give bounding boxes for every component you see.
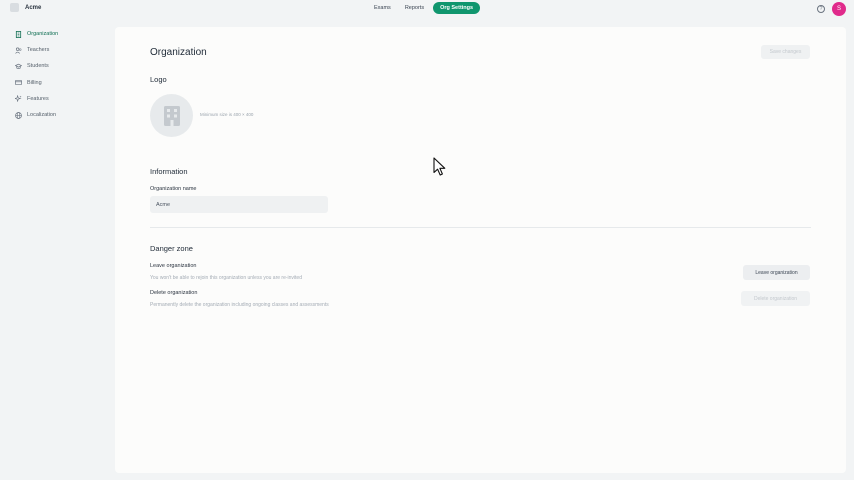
globe-icon <box>15 111 22 119</box>
sidebar-item-localization[interactable]: Localization <box>0 107 114 123</box>
org-name-label: Organization name <box>150 186 197 192</box>
top-nav: Exams Reports Org Settings <box>369 2 481 14</box>
logo-heading: Logo <box>150 75 167 84</box>
credit-card-icon <box>15 80 22 86</box>
tab-reports[interactable]: Reports <box>400 2 429 14</box>
leave-organization-button[interactable]: Leave organization <box>743 265 810 280</box>
org-name-input[interactable] <box>150 196 328 213</box>
leave-org-description: You won't be able to rejoin this organiz… <box>150 275 302 281</box>
settings-panel: Organization Save changes Logo Minimum s… <box>115 27 846 473</box>
sidebar-item-billing[interactable]: Billing <box>0 75 114 91</box>
logo-size-hint: Minimum size is 400 × 400 <box>200 112 254 117</box>
org-logo-icon <box>10 3 19 12</box>
save-changes-button[interactable]: Save changes <box>761 45 810 59</box>
sidebar-item-organization[interactable]: Organization <box>0 26 114 42</box>
information-heading: Information <box>150 167 188 176</box>
top-bar: Acme Exams Reports Org Settings ? S <box>0 0 854 18</box>
divider <box>150 227 811 228</box>
building-icon <box>15 30 22 38</box>
page-title: Organization <box>150 47 207 58</box>
help-icon[interactable]: ? <box>817 5 825 13</box>
mouse-cursor-icon <box>433 157 446 176</box>
sidebar: Organization Teachers Students Billing F… <box>0 26 114 123</box>
org-name: Acme <box>25 4 42 11</box>
sidebar-item-label: Features <box>27 95 49 102</box>
sidebar-item-teachers[interactable]: Teachers <box>0 42 114 58</box>
tab-exams[interactable]: Exams <box>369 2 396 14</box>
sidebar-item-features[interactable]: Features <box>0 91 114 107</box>
sidebar-item-label: Organization <box>27 31 59 38</box>
leave-org-title: Leave organization <box>150 263 197 269</box>
delete-org-title: Delete organization <box>150 290 198 296</box>
users-icon <box>15 47 22 54</box>
graduation-cap-icon <box>15 63 22 69</box>
tab-org-settings[interactable]: Org Settings <box>433 2 481 14</box>
org-switcher[interactable]: Acme <box>10 3 41 12</box>
delete-organization-button[interactable]: Delete organization <box>741 291 810 306</box>
avatar[interactable]: S <box>832 2 846 16</box>
logo-upload[interactable] <box>150 94 193 137</box>
sidebar-item-label: Billing <box>27 79 42 86</box>
building-icon <box>163 105 180 126</box>
danger-zone-heading: Danger zone <box>150 244 193 253</box>
sparkles-icon <box>15 95 22 103</box>
sidebar-item-label: Students <box>27 63 49 70</box>
sidebar-item-label: Localization <box>27 112 57 119</box>
sidebar-item-label: Teachers <box>27 47 50 54</box>
sidebar-item-students[interactable]: Students <box>0 58 114 74</box>
delete-org-description: Permanently delete the organization incl… <box>150 302 329 308</box>
